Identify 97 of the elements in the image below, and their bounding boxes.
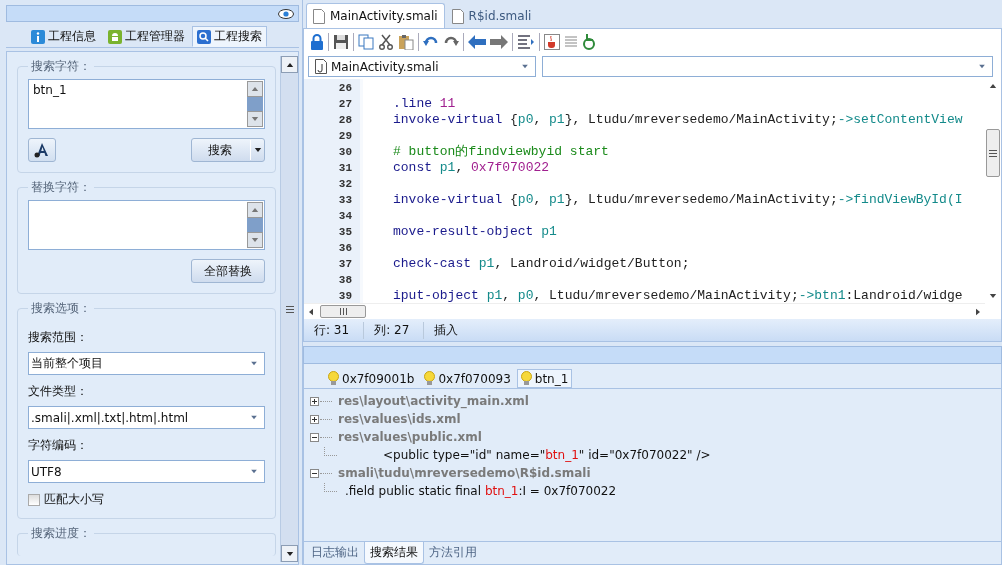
line-number: 29: [337, 129, 353, 144]
line-number: 31: [337, 161, 353, 176]
field-label: 字符编码：: [28, 437, 89, 454]
scrollbar[interactable]: [280, 56, 298, 562]
file-dropdown[interactable]: MainActivity.smali: [308, 56, 536, 77]
grip-icon[interactable]: [339, 308, 347, 315]
font-button[interactable]: [28, 138, 56, 162]
line-number: 38: [337, 273, 353, 288]
line-number: 30: [337, 145, 353, 160]
expander-icon[interactable]: [310, 396, 319, 406]
caret-icon: [250, 361, 258, 366]
document-icon: [315, 59, 327, 74]
format-icon[interactable]: [517, 33, 535, 50]
code-line: const p1, 0x7f070022: [393, 160, 550, 175]
expander-icon[interactable]: [310, 432, 319, 442]
line-number: 28: [337, 113, 353, 128]
bottom-tab[interactable]: 搜索结果: [364, 542, 424, 564]
expander-icon[interactable]: [310, 414, 319, 424]
search-button[interactable]: 搜索: [191, 138, 265, 162]
row-status: 行: 31: [304, 321, 365, 339]
checkbox[interactable]: [28, 493, 40, 506]
search-icon: [197, 29, 211, 44]
code-line: move-result-object p1: [393, 224, 557, 239]
right-arrow-icon[interactable]: [975, 307, 981, 316]
info-icon: [31, 29, 45, 44]
result-line[interactable]: <public type="id" name="btn_1" id="0x7f070022" />: [383, 448, 711, 462]
result-file[interactable]: res\layout\activity_main.xml: [338, 394, 529, 408]
bottom-tab[interactable]: 日志输出: [306, 542, 364, 564]
document-icon: [451, 8, 464, 24]
result-line[interactable]: .field public static final btn_1:I = 0x7f070022: [345, 484, 617, 498]
result-file[interactable]: smali\tudu\mreversedemo\R$id.smali: [338, 466, 591, 480]
group-title: 替换字符：: [30, 179, 92, 196]
checkbox-label: 匹配大小写: [44, 491, 104, 508]
file-type-dropdown[interactable]: .smali|.xml|.txt|.htm|.html: [28, 406, 265, 429]
insert-mode-status: 插入: [433, 321, 460, 339]
code-line: .line 11: [393, 96, 456, 111]
caret-icon: [250, 469, 258, 474]
bottom-tab[interactable]: 方法引用: [424, 542, 482, 564]
right-arrow-icon[interactable]: [490, 34, 508, 49]
grip-icon[interactable]: [285, 305, 294, 313]
save-icon[interactable]: [333, 33, 349, 50]
left-arrow-icon[interactable]: [308, 307, 314, 316]
scissors-icon[interactable]: [378, 33, 394, 50]
line-number: 27: [337, 97, 353, 112]
light-bulb-icon: [424, 371, 436, 386]
replace-all-button[interactable]: 全部替换: [191, 259, 265, 283]
caret-icon: [250, 415, 258, 420]
coffee-cup-icon[interactable]: [544, 33, 560, 50]
group-title: 搜索字符：: [30, 58, 92, 75]
eye-icon[interactable]: [278, 8, 294, 19]
code-line: iput-object p1, p0, Ltudu/mreversedemo/MainActivity;->btn1:Landroid/widge: [393, 288, 963, 303]
font-icon: [33, 141, 51, 159]
line-number: 39: [337, 289, 353, 303]
up-arrow-icon[interactable]: [989, 83, 997, 89]
encoding-dropdown[interactable]: UTF8: [28, 460, 265, 483]
field-label: 文件类型：: [28, 383, 89, 400]
light-bulb-icon: [520, 371, 532, 386]
field-label: 搜索范围：: [28, 329, 89, 346]
file-tab[interactable]: MainActivity.smali: [306, 3, 445, 28]
caret-icon: [978, 64, 986, 69]
caret-icon: [521, 64, 529, 69]
scope-dropdown[interactable]: 当前整个项目: [28, 352, 265, 375]
clipboard-icon[interactable]: [398, 33, 414, 50]
document-icon: [313, 8, 325, 24]
line-number: 36: [337, 241, 353, 256]
panel-tab[interactable]: 工程搜索: [192, 26, 267, 47]
left-arrow-icon[interactable]: [468, 34, 486, 49]
code-line: invoke-virtual {p0, p1}, Ltudu/mreversedemo/MainActivity;->setContentView: [393, 112, 963, 127]
grip-icon[interactable]: [989, 149, 997, 157]
up-arrow-icon[interactable]: [285, 61, 294, 68]
line-number: 37: [337, 257, 353, 272]
panel-tab[interactable]: 工程信息: [26, 26, 101, 47]
result-file[interactable]: res\values\ids.xml: [338, 412, 461, 426]
result-tab[interactable]: btn_1: [516, 369, 573, 388]
column-status: 列: 27: [364, 321, 425, 339]
result-tab[interactable]: 0x7f070093: [420, 369, 515, 388]
group-title: 搜索进度：: [30, 525, 92, 542]
line-number: 26: [337, 81, 353, 96]
caret-icon: [253, 147, 262, 153]
refresh-icon[interactable]: [582, 32, 596, 51]
down-arrow-icon[interactable]: [989, 293, 997, 299]
result-tab[interactable]: 0x7f09001b: [324, 369, 419, 388]
line-number: 35: [337, 225, 353, 240]
lock-icon[interactable]: [310, 33, 324, 50]
code-line: check-cast p1, Landroid/widget/Button;: [393, 256, 690, 271]
result-file[interactable]: res\values\public.xml: [338, 430, 482, 444]
line-number: 32: [337, 177, 353, 192]
code-line: # button的findviewbyid start: [393, 144, 609, 159]
file-tab[interactable]: R$id.smali: [445, 4, 538, 28]
group-title: 搜索选项：: [30, 300, 92, 317]
line-number: 34: [337, 209, 353, 224]
code-line: invoke-virtual {p0, p1}, Ltudu/mreversedemo/MainActivity;->findViewById(I: [393, 192, 963, 207]
light-bulb-icon: [328, 371, 339, 386]
line-number: 33: [337, 193, 353, 208]
down-arrow-icon[interactable]: [285, 550, 294, 557]
expander-icon[interactable]: [310, 468, 319, 478]
panel-tab[interactable]: 工程管理器: [103, 26, 190, 47]
